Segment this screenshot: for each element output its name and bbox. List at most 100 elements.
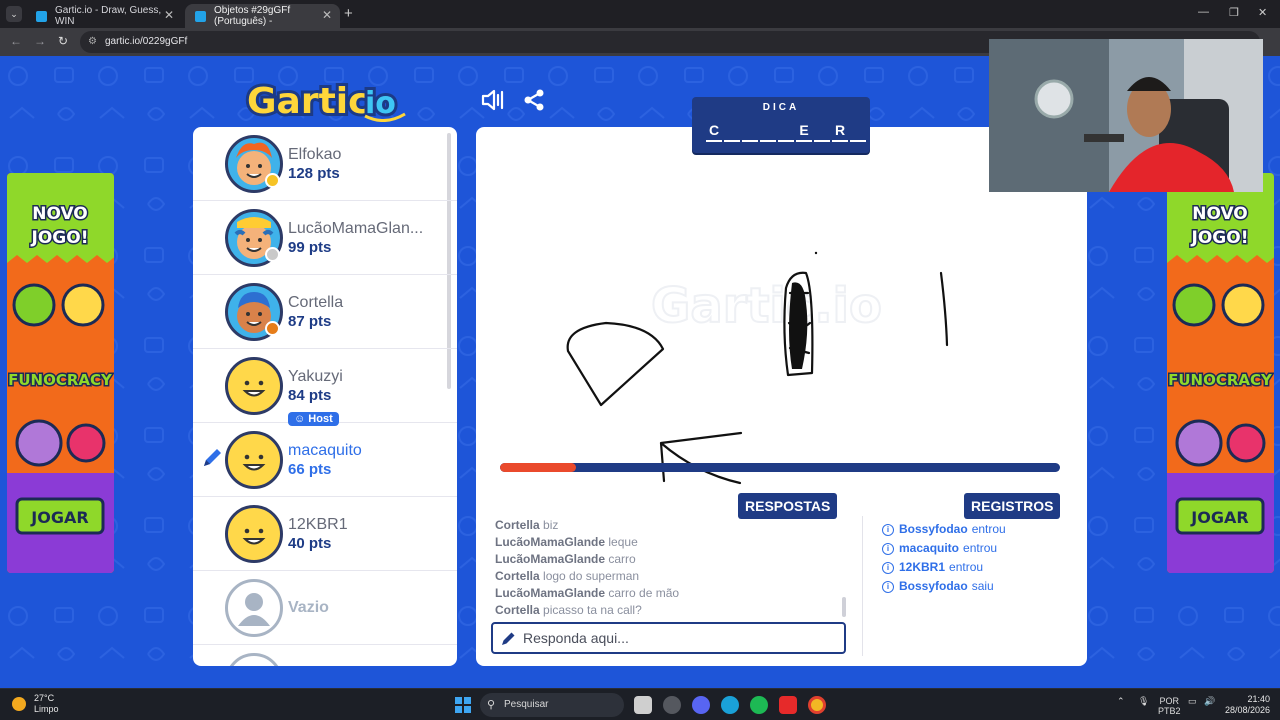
network-icon[interactable]: ▭ [1188, 696, 1197, 707]
chat-message: Cortella picasso ta na call? [495, 602, 845, 619]
restore-icon[interactable]: ❐ [1229, 6, 1239, 19]
svg-text:JOGO!: JOGO! [1191, 228, 1249, 248]
app-red-icon[interactable] [779, 696, 797, 714]
gartic-logo[interactable]: Gartic io [243, 76, 413, 122]
logs-list: i Bossyfodao entrou i macaquito entrou i 12KB… [882, 520, 1006, 596]
answer-input[interactable] [523, 629, 838, 647]
taskbar-search[interactable]: ⚲ Pesquisar [480, 693, 624, 717]
webcam-overlay [989, 39, 1263, 192]
chat-text: carro [608, 552, 636, 566]
chat-text: leque [608, 535, 638, 549]
empty-slot [193, 645, 457, 666]
minimize-icon[interactable]: — [1198, 6, 1209, 18]
chat-user: LucãoMamaGlande [495, 552, 606, 566]
clock-date: 28/08/2026 [1224, 705, 1270, 715]
hint-letters: C E R [706, 122, 868, 142]
answer-field[interactable] [491, 622, 846, 654]
player-card[interactable]: Elfokao 128 pts [193, 127, 457, 201]
player-list: Elfokao 128 pts LucãoMamaGlan... 99 pts … [193, 127, 457, 666]
svg-text:NOVO: NOVO [32, 204, 88, 224]
new-tab-icon[interactable]: + [344, 5, 353, 22]
player-card[interactable]: LucãoMamaGlan... 99 pts [193, 201, 457, 275]
start-icon[interactable] [455, 697, 471, 713]
clock[interactable]: 21:40 28/08/2026 [1224, 694, 1270, 716]
hint-letter [814, 122, 830, 142]
player-points: 99 pts [288, 239, 332, 256]
url-text: gartic.io/0229gGFf [105, 36, 188, 47]
hint-letter [850, 122, 866, 142]
tab-title: Gartic.io - Draw, Guess, WIN [55, 5, 162, 27]
gartic-favicon-icon [195, 10, 206, 22]
pencil-icon [502, 632, 515, 645]
hint-letter [760, 122, 776, 142]
close-tab-icon[interactable]: ✕ [164, 8, 174, 22]
player-status-dot [265, 173, 280, 188]
task-view-icon[interactable] [634, 696, 652, 714]
reload-icon[interactable]: ↻ [58, 34, 68, 48]
spotify-icon[interactable] [750, 696, 768, 714]
log-user: macaquito [899, 541, 960, 555]
answers-header: RESPOSTAS [738, 493, 838, 519]
edge-icon[interactable] [721, 696, 739, 714]
share-icon[interactable] [522, 88, 546, 112]
tab-search-button[interactable]: ⌄ [6, 6, 22, 22]
hint-letter [724, 122, 740, 142]
answers-list: Cortella biz LucãoMamaGlande leque Lucão… [495, 517, 845, 619]
player-points: 84 pts [288, 387, 332, 404]
player-points: 66 pts [288, 461, 332, 478]
chat-user: LucãoMamaGlande [495, 535, 606, 549]
browser-tabbar: ⌄ Gartic.io - Draw, Guess, WIN ✕ Objetos… [0, 0, 1280, 28]
browser-tab-room[interactable]: Objetos #29gGFf (Português) - ✕ [185, 4, 340, 28]
player-name: Yakuzyi [288, 368, 343, 385]
log-entry: i Bossyfodao saiu [882, 577, 1006, 596]
chat-text: logo do superman [543, 569, 640, 583]
info-icon: i [882, 523, 894, 536]
close-tab-icon[interactable]: ✕ [322, 8, 332, 22]
info-icon: i [882, 580, 894, 593]
log-user: Bossyfodao [899, 579, 968, 593]
chat-message: Cortella biz [495, 517, 845, 534]
log-user: 12KBR1 [899, 560, 946, 574]
discord-icon[interactable] [692, 696, 710, 714]
player-card[interactable]: Cortella 87 pts [193, 275, 457, 349]
player-name: Vazio [288, 599, 329, 616]
svg-text:io: io [365, 86, 396, 121]
player-status-dot [265, 321, 280, 336]
search-placeholder: Pesquisar [504, 699, 549, 710]
sound-toggle-icon[interactable] [480, 88, 506, 112]
pencil-icon [204, 449, 221, 466]
log-action: entrou [963, 541, 998, 555]
logs-header: REGISTROS [964, 493, 1061, 519]
log-action: saiu [971, 579, 994, 593]
show-hidden-icons[interactable]: ⌃ [1117, 696, 1125, 707]
info-icon: i [882, 561, 894, 574]
back-icon[interactable]: ← [10, 34, 22, 48]
player-name: Elfokao [288, 146, 342, 163]
close-window-icon[interactable]: ✕ [1258, 6, 1267, 19]
round-timer-fill [500, 463, 576, 472]
player-card[interactable]: Yakuzyi 84 pts ☺ Host [193, 349, 457, 426]
language-indicator[interactable]: POR PTB2 [1158, 696, 1181, 716]
svg-text:Gartic: Gartic [247, 81, 369, 122]
chat-text: carro de mão [608, 586, 680, 600]
funocracy-ad-right[interactable]: NOVO JOGO! FUNOCRACY JOGAR [1167, 173, 1274, 573]
language: POR [1159, 696, 1180, 706]
chat-message: LucãoMamaGlande carro [495, 551, 845, 568]
forward-icon[interactable]: → [34, 34, 46, 48]
funocracy-ad-left[interactable]: NOVO JOGO! FUNOCRACY JOGAR [7, 173, 114, 573]
player-card-drawing[interactable]: macaquito 66 pts [193, 423, 457, 497]
weather-temp: 27°C [34, 693, 55, 703]
svg-text:JOGO!: JOGO! [31, 228, 89, 248]
chrome-icon[interactable] [808, 696, 826, 714]
log-entry: i Bossyfodao entrou [882, 520, 1006, 539]
browser-tab-gartic-home[interactable]: Gartic.io - Draw, Guess, WIN ✕ [26, 4, 182, 28]
site-info-icon[interactable]: ⚙ [88, 31, 97, 53]
answers-scrollbar[interactable] [842, 597, 846, 617]
log-entry: i 12KBR1 entrou [882, 558, 1006, 577]
weather-widget[interactable]: 27°C Limpo [12, 693, 59, 715]
player-card[interactable]: 12KBR1 40 pts [193, 497, 457, 571]
app-icon[interactable] [663, 696, 681, 714]
volume-icon[interactable]: 🔊 [1204, 696, 1215, 707]
microphone-icon[interactable]: 🎙 [1138, 696, 1149, 707]
player-points: 128 pts [288, 165, 340, 182]
